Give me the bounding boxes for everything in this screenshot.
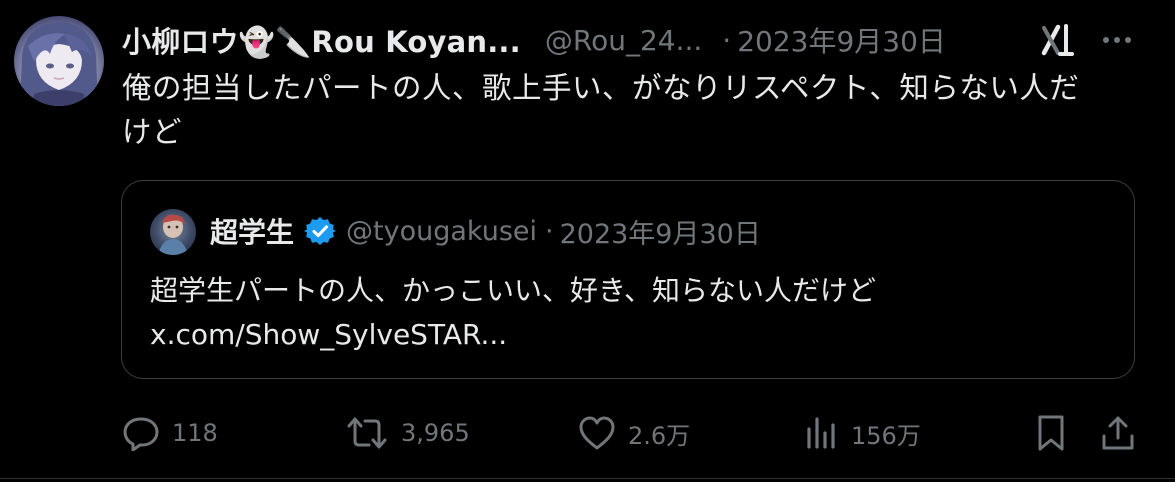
reply-icon xyxy=(123,417,159,451)
share-icon xyxy=(1102,416,1134,450)
grok-icon[interactable] xyxy=(1038,20,1078,60)
retweet-icon xyxy=(347,417,387,449)
retweet-count: 3,965 xyxy=(401,419,470,447)
quoted-tweet-timestamp[interactable]: 2023年9月30日 xyxy=(560,212,761,251)
bookmark-icon xyxy=(1038,415,1064,451)
quoted-author-name[interactable]: 超学生 xyxy=(210,211,294,251)
bar-chart-icon xyxy=(807,417,835,449)
view-count: 156万 xyxy=(851,421,921,450)
tweet-timestamp[interactable]: 2023年9月30日 xyxy=(737,20,946,60)
tweet-card[interactable]: 小柳ロウ👻🔪Rou Koyan... @Rou_24... · 2023年9月3… xyxy=(0,0,1175,482)
quoted-author-handle[interactable]: @tyougakusei xyxy=(346,216,537,247)
quoted-avatar-illustration xyxy=(158,214,188,255)
tweet-text-line-1: 俺の担当したパートの人、歌上手い、がなりリスペクト、知らない人だ xyxy=(122,71,1080,105)
verified-badge-icon xyxy=(304,217,337,245)
quoted-text-line-1: 超学生パートの人、かっこいい、好き、知らない人だけど xyxy=(150,274,877,307)
heart-icon xyxy=(579,416,615,450)
tweet-divider xyxy=(0,478,1175,479)
like-button[interactable]: 2.6万 xyxy=(578,413,690,453)
author-display-name[interactable]: 小柳ロウ👻🔪Rou Koyan... xyxy=(122,19,521,61)
more-icon[interactable] xyxy=(1100,26,1134,54)
share-button[interactable] xyxy=(1100,413,1136,453)
quoted-author-avatar[interactable] xyxy=(150,209,196,255)
views-button[interactable]: 156万 xyxy=(805,413,921,453)
tweet-header: 小柳ロウ👻🔪Rou Koyan... @Rou_24... · 2023年9月3… xyxy=(122,18,1162,62)
quoted-tweet-text: 超学生パートの人、かっこいい、好き、知らない人だけど x.com/Show_Sy… xyxy=(150,269,1110,357)
quoted-header-separator: · xyxy=(545,215,554,247)
quoted-tweet-header: 超学生 @tyougakusei · 2023年9月30日 xyxy=(210,211,761,251)
quoted-tweet-card[interactable]: 超学生 @tyougakusei · 2023年9月30日 超学生パートの人、か… xyxy=(121,180,1135,379)
tweet-action-bar: 118 3,965 2.6万 156万 xyxy=(0,405,1175,461)
header-separator: · xyxy=(722,23,732,57)
like-count: 2.6万 xyxy=(628,421,691,450)
tweet-text: 俺の担当したパートの人、歌上手い、がなりリスペクト、知らない人だ けど xyxy=(122,66,1152,154)
author-handle[interactable]: @Rou_24... xyxy=(545,24,702,57)
tweet-text-line-2: けど xyxy=(122,115,183,149)
author-avatar[interactable] xyxy=(14,16,104,106)
retweet-button[interactable]: 3,965 xyxy=(345,413,470,453)
reply-count: 118 xyxy=(172,419,218,447)
bookmark-button[interactable] xyxy=(1034,413,1068,453)
avatar-illustration xyxy=(20,22,98,106)
quoted-text-link[interactable]: x.com/Show_SylveSTAR... xyxy=(150,313,1110,357)
reply-button[interactable]: 118 xyxy=(122,413,218,453)
